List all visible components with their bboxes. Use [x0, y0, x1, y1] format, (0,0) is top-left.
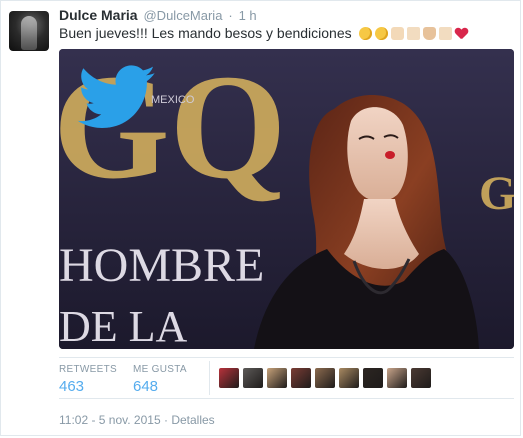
backdrop-mexico-text: MEXICO	[151, 94, 195, 106]
emoji-group	[358, 27, 468, 40]
liker-avatars	[219, 368, 431, 388]
liker-avatar[interactable]	[219, 368, 239, 388]
backdrop-hombre-text: HOMBRE	[59, 239, 264, 292]
liker-avatar[interactable]	[411, 368, 431, 388]
stats-divider	[209, 361, 210, 395]
author-name[interactable]: Dulce Maria	[59, 7, 138, 23]
raised-hands-emoji	[390, 27, 404, 40]
likes-stat[interactable]: ME GUSTA 648	[133, 364, 187, 395]
kiss-emoji	[374, 27, 388, 40]
retweets-count[interactable]: 463	[59, 378, 117, 395]
tweet-footer: 11:02 - 5 nov. 2015 · Detalles	[59, 413, 215, 427]
lips	[385, 151, 395, 159]
skin-tone-emoji	[406, 27, 420, 40]
folded-hands-emoji	[422, 27, 436, 40]
retweets-stat[interactable]: RETWEETS 463	[59, 364, 117, 395]
tweet-card: Dulce Maria @DulceMaria · 1 h Buen jueve…	[0, 0, 521, 436]
retweets-label: RETWEETS	[59, 364, 117, 375]
liker-avatar[interactable]	[243, 368, 263, 388]
tweet-header: Dulce Maria @DulceMaria · 1 h	[59, 7, 257, 23]
likes-label: ME GUSTA	[133, 364, 187, 375]
backdrop-g-text: G	[479, 167, 514, 220]
backdrop-dela-text: DE LA	[59, 302, 188, 349]
liker-avatar[interactable]	[363, 368, 383, 388]
liker-avatar[interactable]	[291, 368, 311, 388]
liker-avatar[interactable]	[387, 368, 407, 388]
liker-avatar[interactable]	[267, 368, 287, 388]
tweet-text-row: Buen jueves!!! Les mando besos y bendici…	[59, 25, 468, 41]
tweet-text: Buen jueves!!! Les mando besos y bendici…	[59, 25, 352, 41]
tweet-stats: RETWEETS 463 ME GUSTA 648	[59, 357, 514, 399]
footer-separator: ·	[163, 413, 168, 427]
liker-avatar[interactable]	[339, 368, 359, 388]
avatar[interactable]	[9, 11, 49, 51]
tweet-photo[interactable]: GQ MEXICO HOMBRE DE LA G	[59, 49, 514, 349]
red-heart-emoji	[455, 27, 468, 40]
skin-tone-emoji	[438, 27, 452, 40]
avatar-figure	[21, 16, 37, 50]
header-separator: ·	[228, 8, 233, 23]
likes-count[interactable]: 648	[133, 378, 187, 395]
liker-avatar[interactable]	[315, 368, 335, 388]
tweet-timestamp[interactable]: 11:02 - 5 nov. 2015	[59, 413, 161, 427]
details-link[interactable]: Detalles	[171, 413, 214, 427]
tweet-time[interactable]: 1 h	[239, 8, 257, 23]
backdrop-gq-text: GQ	[59, 49, 286, 210]
kiss-emoji	[358, 27, 372, 40]
author-handle[interactable]: @DulceMaria	[143, 8, 222, 23]
